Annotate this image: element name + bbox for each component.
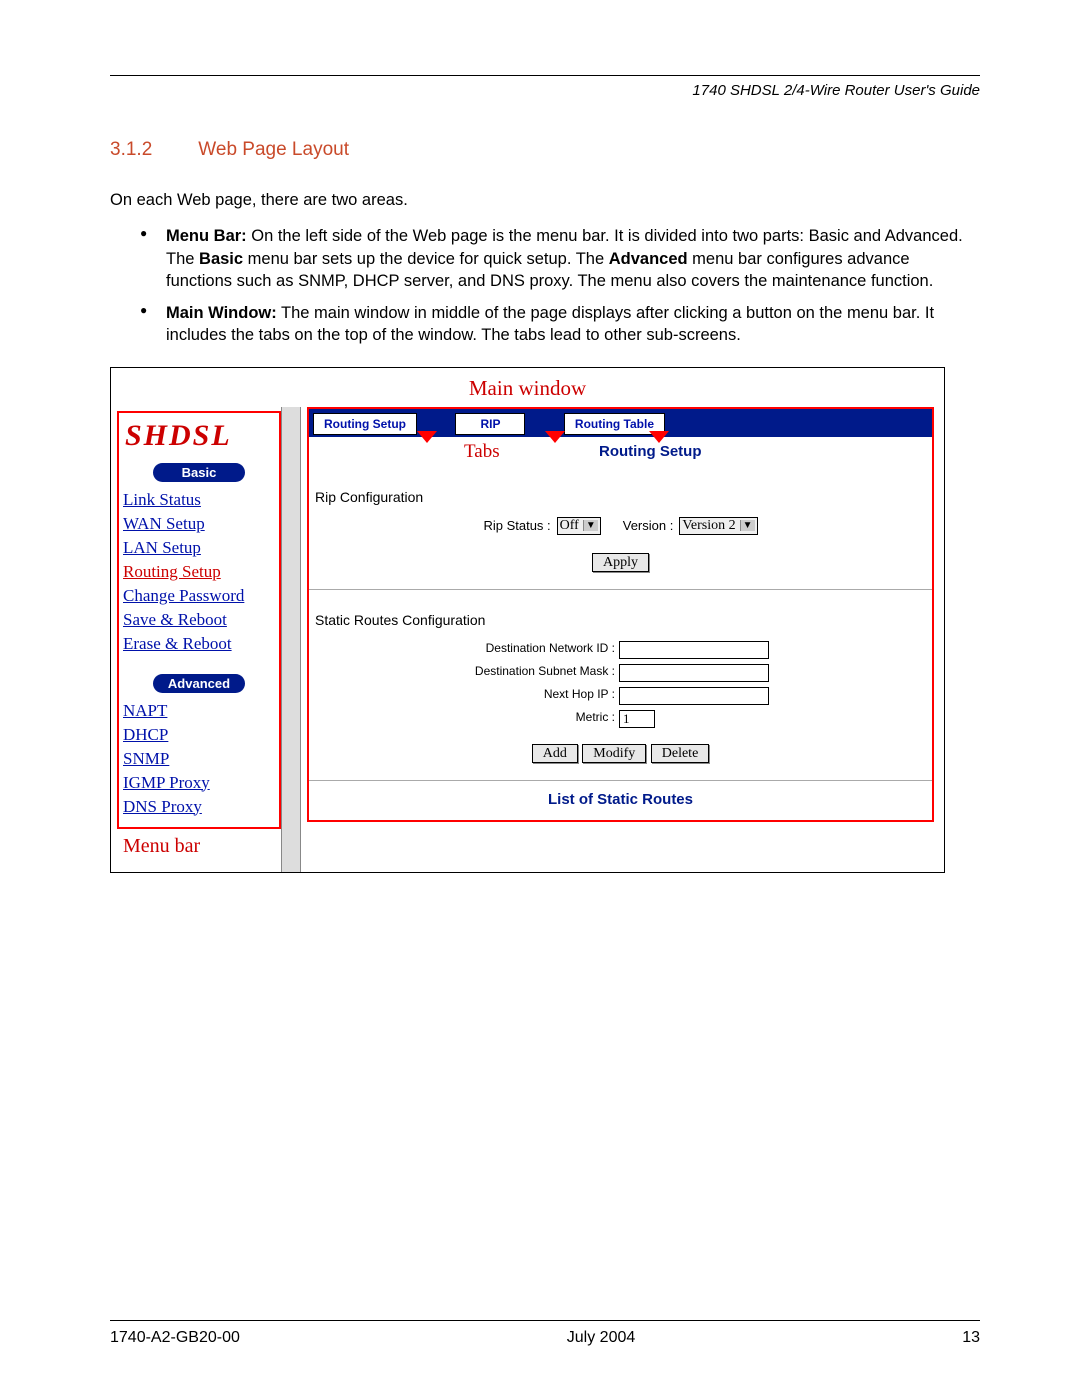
annotation-menu-bar: Menu bar — [117, 829, 281, 866]
menu-napt[interactable]: NAPT — [123, 699, 275, 723]
chevron-down-icon: ▼ — [583, 520, 598, 531]
figure-web-layout: Main window SHDSL Basic Link Status WAN … — [110, 367, 945, 873]
metric-input[interactable]: 1 — [619, 710, 655, 728]
menu-bar-area: SHDSL Basic Link Status WAN Setup LAN Se… — [111, 407, 281, 872]
footer-page-number: 13 — [962, 1329, 980, 1347]
main-window-outline: Routing Setup RIP Routing Table Tabs Rou… — [307, 407, 934, 822]
footer-doc-id: 1740-A2-GB20-00 — [110, 1329, 240, 1347]
annotation-main-window: Main window — [111, 368, 944, 407]
add-button[interactable]: Add — [532, 744, 578, 763]
modify-button[interactable]: Modify — [582, 744, 646, 763]
bullet-label: Menu Bar: — [166, 227, 247, 245]
intro-paragraph: On each Web page, there are two areas. — [110, 189, 980, 211]
logo-shdsl: SHDSL — [123, 417, 275, 459]
menu-snmp[interactable]: SNMP — [123, 747, 275, 771]
bullet-label: Main Window: — [166, 304, 277, 322]
menu-igmp-proxy[interactable]: IGMP Proxy — [123, 771, 275, 795]
menu-dns-proxy[interactable]: DNS Proxy — [123, 795, 275, 819]
pill-basic[interactable]: Basic — [153, 463, 245, 482]
dest-mask-input[interactable] — [619, 664, 769, 682]
menu-routing-setup[interactable]: Routing Setup — [123, 560, 275, 584]
menu-erase-reboot[interactable]: Erase & Reboot — [123, 632, 275, 656]
dest-mask-label: Destination Subnet Mask : — [309, 664, 619, 682]
menu-save-reboot[interactable]: Save & Reboot — [123, 608, 275, 632]
section-title: Web Page Layout — [198, 139, 349, 160]
next-hop-label: Next Hop IP : — [309, 687, 619, 705]
tabs-bar: Routing Setup RIP Routing Table — [309, 409, 932, 437]
menu-bar-outline: SHDSL Basic Link Status WAN Setup LAN Se… — [117, 411, 281, 829]
dest-network-label: Destination Network ID : — [309, 641, 619, 659]
rip-status-label: Rip Status : — [483, 518, 550, 533]
section-static-routes: Static Routes Configuration — [309, 590, 932, 636]
annotation-tabs: Tabs — [464, 441, 500, 463]
tab-rip[interactable]: RIP — [455, 413, 525, 435]
chevron-down-icon: ▼ — [740, 520, 755, 531]
next-hop-input[interactable] — [619, 687, 769, 705]
section-number: 3.1.2 — [110, 139, 193, 161]
dest-network-input[interactable] — [619, 641, 769, 659]
list-static-routes-title: List of Static Routes — [309, 781, 932, 820]
bullet-main-window: Main Window: The main window in middle o… — [140, 302, 980, 347]
menu-dhcp[interactable]: DHCP — [123, 723, 275, 747]
menu-wan-setup[interactable]: WAN Setup — [123, 512, 275, 536]
version-label: Version : — [623, 518, 674, 533]
menu-link-status[interactable]: Link Status — [123, 488, 275, 512]
section-rip-config: Rip Configuration — [309, 467, 932, 513]
footer-date: July 2004 — [567, 1329, 636, 1347]
version-select[interactable]: Version 2 ▼ — [679, 517, 757, 535]
metric-label: Metric : — [309, 710, 619, 728]
section-heading: 3.1.2 Web Page Layout — [110, 139, 980, 161]
panel-title-routing: Routing Setup — [599, 443, 701, 460]
rip-status-select[interactable]: Off ▼ — [557, 517, 601, 535]
page-footer: 1740-A2-GB20-00 July 2004 13 — [110, 1320, 980, 1347]
bullet-menu-bar: Menu Bar: On the left side of the Web pa… — [140, 225, 980, 292]
delete-button[interactable]: Delete — [651, 744, 710, 763]
header-guide-title: 1740 SHDSL 2/4-Wire Router User's Guide — [110, 82, 980, 99]
pill-advanced[interactable]: Advanced — [153, 674, 245, 693]
vertical-divider — [281, 407, 301, 872]
tab-routing-setup[interactable]: Routing Setup — [313, 413, 417, 435]
menu-change-password[interactable]: Change Password — [123, 584, 275, 608]
menu-lan-setup[interactable]: LAN Setup — [123, 536, 275, 560]
apply-button[interactable]: Apply — [592, 553, 649, 572]
header-rule — [110, 75, 980, 76]
rip-form-row: Rip Status : Off ▼ Version : Version 2 ▼ — [309, 517, 932, 535]
